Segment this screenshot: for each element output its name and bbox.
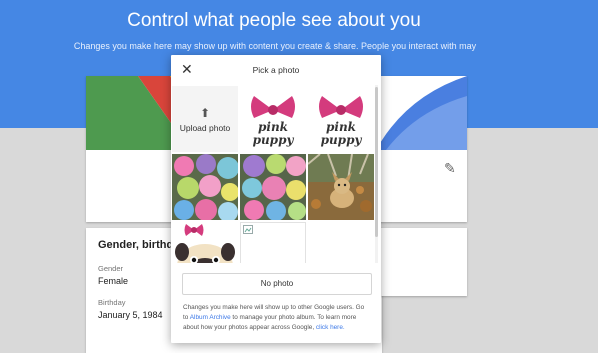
photo-pug-cartoon[interactable] [172, 222, 238, 263]
logo-text-puppy: puppy [321, 133, 363, 147]
click-here-link[interactable]: click here. [316, 324, 345, 331]
pick-photo-dialog: ✕ Pick a photo ⬆ Upload photo pink puppy [171, 55, 381, 343]
photo-broken-image[interactable] [240, 222, 306, 263]
page-subtitle: Changes you make here may show up with c… [73, 41, 477, 51]
gender-label: Gender [98, 264, 124, 273]
photo-grid: ⬆ Upload photo pink puppy pink puppy [171, 85, 374, 263]
upload-photo-label: Upload photo [179, 123, 231, 133]
logo-text-pink: pink [326, 120, 356, 134]
no-photo-button[interactable]: No photo [182, 273, 372, 295]
photo-flowers-1[interactable] [172, 154, 238, 220]
photo-dog-in-leaves[interactable] [308, 154, 374, 220]
album-archive-link[interactable]: Album Archive [190, 314, 231, 321]
dialog-info-text: Changes you make here will show up to ot… [183, 303, 371, 333]
photo-flowers-2[interactable] [240, 154, 306, 220]
photo-pinkpuppy-logo-1[interactable]: pink puppy [240, 86, 306, 152]
edit-pencil-icon[interactable]: ✎ [444, 160, 456, 177]
photo-pinkpuppy-logo-2[interactable]: pink puppy [308, 86, 374, 152]
gender-value[interactable]: Female [98, 276, 128, 286]
upload-icon: ⬆ [199, 106, 211, 120]
logo-text-puppy: puppy [253, 133, 295, 147]
birthday-label: Birthday [98, 298, 126, 307]
gender-birthday-card-right [381, 228, 467, 296]
page-title: Control what people see about you [127, 10, 421, 31]
logo-text-pink: pink [258, 120, 288, 134]
broken-image-icon [243, 225, 253, 234]
dialog-title: Pick a photo [252, 65, 300, 75]
birthday-value[interactable]: January 5, 1984 [98, 310, 163, 320]
grid-scrollbar[interactable] [375, 87, 378, 237]
upload-photo-button[interactable]: ⬆ Upload photo [172, 86, 238, 152]
